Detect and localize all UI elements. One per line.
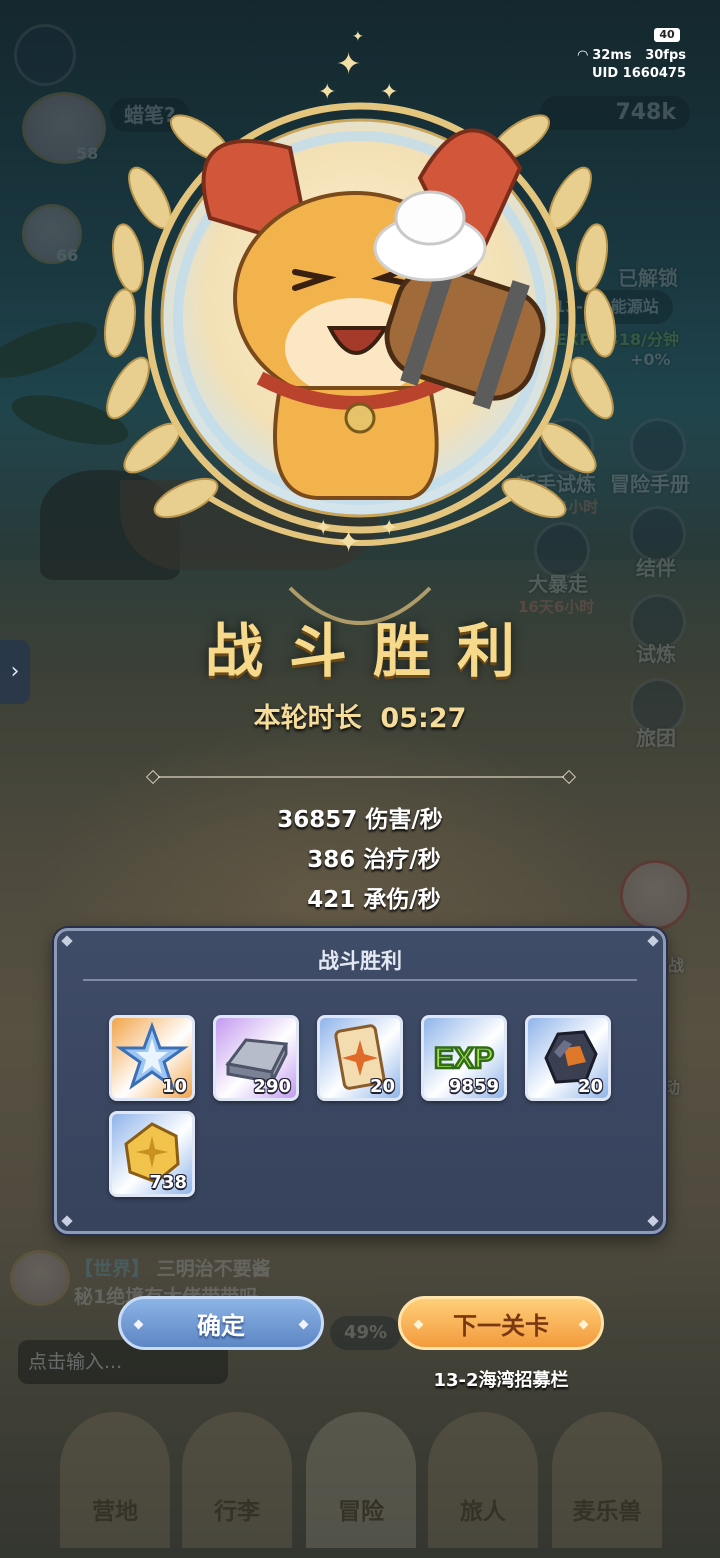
reward-item[interactable]: 10 <box>109 1015 195 1101</box>
confirm-button-label: 确定 <box>197 1312 245 1340</box>
reward-count: 20 <box>369 1076 395 1097</box>
button-ornament <box>413 1319 424 1330</box>
chevron-right-icon: › <box>10 659 20 684</box>
stat-dps-label: 伤害/秒 <box>365 807 443 833</box>
reward-count: 20 <box>577 1076 603 1097</box>
corner-ornament <box>647 1215 659 1227</box>
stat-heal-label: 治疗/秒 <box>363 847 441 873</box>
stat-tank-label: 承伤/秒 <box>363 887 441 913</box>
reward-item[interactable]: 738 <box>109 1111 195 1197</box>
reward-item[interactable]: 290 <box>213 1015 299 1101</box>
stat-tank: 421 承伤/秒 <box>0 880 720 914</box>
reward-count: 738 <box>149 1172 187 1193</box>
sparkle-icon: ✦ <box>314 516 333 541</box>
rewards-panel: 战斗胜利 10 290 20 EXP 9859 20 738 <box>54 928 666 1234</box>
stat-tank-value: 421 <box>307 887 356 913</box>
victory-emblem: ✦ ✦ ✦ ✦ ✦ ✦ ✦ <box>90 28 630 648</box>
fps: 30fps <box>645 48 686 63</box>
confirm-button[interactable]: 确定 <box>118 1296 324 1350</box>
stat-heal: 386 治疗/秒 <box>0 840 720 874</box>
next-stage-button-label: 下一关卡 <box>453 1312 549 1340</box>
stats-divider <box>158 776 564 778</box>
svg-text:EXP: EXP <box>434 1042 494 1075</box>
side-expand-tab[interactable]: › <box>0 640 30 704</box>
reward-count: 290 <box>253 1076 291 1097</box>
stat-dps-value: 36857 <box>277 807 358 833</box>
sparkle-icon: ✦ <box>318 80 337 105</box>
next-stage-name: 13-2海湾招募栏 <box>433 1370 569 1391</box>
reward-item[interactable]: EXP 9859 <box>421 1015 507 1101</box>
sparkle-icon: ✦ <box>336 47 362 82</box>
corner-ornament <box>61 1215 73 1227</box>
reward-item[interactable]: 20 <box>525 1015 611 1101</box>
stat-dps: 36857 伤害/秒 <box>0 800 720 834</box>
sparkle-icon: ✦ <box>352 29 364 45</box>
round-duration: 本轮时长 05:27 <box>0 696 720 735</box>
duration-value: 05:27 <box>380 703 467 734</box>
stat-heal-value: 386 <box>307 847 356 873</box>
reward-count: 9859 <box>448 1076 499 1097</box>
battery-icon: 40 <box>654 28 680 42</box>
sparkle-icon: ✦ <box>380 80 399 105</box>
sparkle-icon: ✦ <box>380 516 399 541</box>
victory-title: 战斗胜利 <box>204 617 541 685</box>
button-ornament <box>133 1319 144 1330</box>
next-stage-button[interactable]: 下一关卡 <box>398 1296 604 1350</box>
button-ornament <box>298 1319 309 1330</box>
button-ornament <box>578 1319 589 1330</box>
rewards-title: 战斗胜利 <box>318 949 402 973</box>
sparkle-icon: ✦ <box>336 525 362 560</box>
rewards-divider <box>83 979 637 981</box>
duration-label: 本轮时长 <box>253 703 362 734</box>
reward-count: 10 <box>161 1076 187 1097</box>
reward-item[interactable]: 20 <box>317 1015 403 1101</box>
